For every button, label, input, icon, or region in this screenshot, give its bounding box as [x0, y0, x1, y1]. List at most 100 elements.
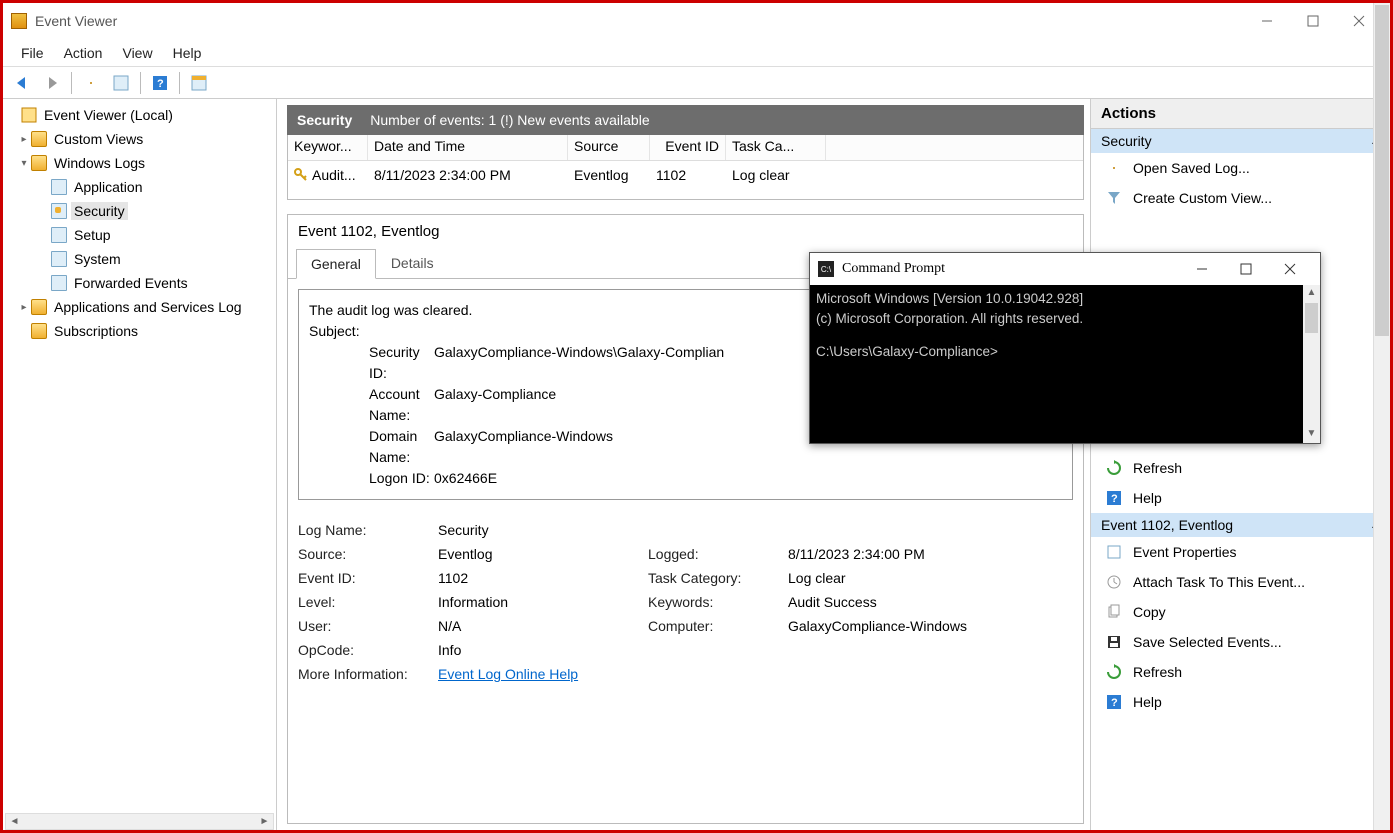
help-icon[interactable]: ?: [147, 70, 173, 96]
cell-source: Eventlog: [568, 164, 650, 186]
maximize-button[interactable]: [1290, 6, 1336, 36]
action-save-selected[interactable]: Save Selected Events...: [1091, 627, 1390, 657]
scroll-left-icon[interactable]: ◄: [6, 814, 23, 829]
msg-logon-label: Logon ID:: [309, 468, 434, 489]
cmd-scrollbar[interactable]: ▲ ▼: [1303, 285, 1320, 443]
properties-icon[interactable]: [108, 70, 134, 96]
prop-user-label: User:: [298, 618, 438, 634]
toolbar-separator: [179, 72, 180, 94]
expand-icon[interactable]: ▸: [17, 302, 31, 313]
horizontal-scrollbar[interactable]: ◄ ►: [5, 813, 274, 830]
copy-icon: [1105, 603, 1123, 621]
actions-title: Actions: [1091, 99, 1390, 129]
msg-domain: GalaxyCompliance-Windows: [434, 426, 613, 468]
action-refresh-2[interactable]: Refresh: [1091, 657, 1390, 687]
folder-icon: [31, 323, 47, 339]
menu-view[interactable]: View: [112, 41, 162, 65]
cmd-titlebar[interactable]: C:\ Command Prompt: [810, 253, 1320, 285]
scroll-thumb[interactable]: [1375, 5, 1389, 336]
svg-text:?: ?: [157, 78, 164, 90]
cell-date: 8/11/2023 2:34:00 PM: [368, 164, 568, 186]
key-icon: [294, 168, 308, 182]
col-source[interactable]: Source: [568, 135, 650, 160]
event-grid[interactable]: Keywor... Date and Time Source Event ID …: [287, 135, 1084, 200]
col-date[interactable]: Date and Time: [368, 135, 568, 160]
actions-section-event[interactable]: Event 1102, Eventlog▲: [1091, 513, 1390, 537]
cmd-maximize-button[interactable]: [1224, 255, 1268, 283]
menu-action[interactable]: Action: [54, 41, 113, 65]
scroll-right-icon[interactable]: ►: [256, 814, 273, 829]
table-row[interactable]: Audit... 8/11/2023 2:34:00 PM Eventlog 1…: [288, 161, 1083, 189]
window-title: Event Viewer: [35, 13, 1244, 29]
tree-apps-services[interactable]: Applications and Services Log: [51, 298, 245, 316]
open-folder-icon[interactable]: [78, 70, 104, 96]
tree-application[interactable]: Application: [71, 178, 146, 196]
col-keywords[interactable]: Keywor...: [288, 135, 368, 160]
menu-file[interactable]: File: [11, 41, 54, 65]
action-help[interactable]: ?Help▶: [1091, 483, 1390, 513]
prop-level-label: Level:: [298, 594, 438, 610]
scroll-up-icon[interactable]: ▲: [1303, 285, 1320, 302]
filter-icon: [1105, 189, 1123, 207]
msg-domain-label: Domain Name:: [309, 426, 434, 468]
cmd-body[interactable]: Microsoft Windows [Version 10.0.19042.92…: [810, 285, 1320, 443]
tree-forwarded[interactable]: Forwarded Events: [71, 274, 191, 292]
log-icon: [51, 203, 67, 219]
tree-system[interactable]: System: [71, 250, 124, 268]
scroll-thumb[interactable]: [1305, 303, 1318, 333]
grid-header[interactable]: Keywor... Date and Time Source Event ID …: [288, 135, 1083, 161]
cmd-minimize-button[interactable]: [1180, 255, 1224, 283]
cmd-title: Command Prompt: [842, 261, 1180, 277]
tree-windows-logs[interactable]: Windows Logs: [51, 154, 148, 172]
back-button[interactable]: [9, 70, 35, 96]
actions-section-security[interactable]: Security▲: [1091, 129, 1390, 153]
msg-account: Galaxy-Compliance: [434, 384, 556, 426]
command-prompt-window[interactable]: C:\ Command Prompt Microsoft Windows [Ve…: [809, 252, 1321, 444]
cmd-close-button[interactable]: [1268, 255, 1312, 283]
action-event-properties[interactable]: Event Properties: [1091, 537, 1390, 567]
action-attach-task-event[interactable]: Attach Task To This Event...: [1091, 567, 1390, 597]
app-icon: [11, 13, 27, 29]
tab-details[interactable]: Details: [376, 248, 449, 278]
navigation-tree[interactable]: Event Viewer (Local) ▸ Custom Views ▾ Wind…: [3, 99, 277, 830]
help-icon: ?: [1105, 693, 1123, 711]
tree-custom-views[interactable]: Custom Views: [51, 130, 146, 148]
prop-computer: GalaxyCompliance-Windows: [788, 618, 1008, 634]
col-event-id[interactable]: Event ID: [650, 135, 726, 160]
log-icon: [51, 227, 67, 243]
toolbar: ?: [3, 67, 1390, 99]
tree-security[interactable]: Security: [71, 202, 128, 220]
prop-keywords-label: Keywords:: [648, 594, 788, 610]
prop-user: N/A: [438, 618, 648, 634]
prop-computer-label: Computer:: [648, 618, 788, 634]
prop-logged-label: Logged:: [648, 546, 788, 562]
action-refresh[interactable]: Refresh: [1091, 453, 1390, 483]
action-open-saved[interactable]: Open Saved Log...: [1091, 153, 1390, 183]
prop-logname: Security: [438, 522, 648, 538]
tree-root[interactable]: Event Viewer (Local): [41, 106, 176, 124]
scroll-down-icon[interactable]: ▼: [1303, 426, 1320, 443]
cell-event-id: 1102: [650, 164, 726, 186]
collapse-icon[interactable]: ▾: [17, 158, 31, 169]
prop-opcode: Info: [438, 642, 648, 658]
prop-logged: 8/11/2023 2:34:00 PM: [788, 546, 1008, 562]
action-help-2[interactable]: ?Help▶: [1091, 687, 1390, 717]
preview-pane-icon[interactable]: [186, 70, 212, 96]
menu-help[interactable]: Help: [163, 41, 212, 65]
tab-general[interactable]: General: [296, 249, 376, 279]
col-task[interactable]: Task Ca...: [726, 135, 826, 160]
detail-title: Event 1102, Eventlog: [288, 215, 1083, 248]
properties-icon: [1105, 543, 1123, 561]
cell-keywords: Audit...: [312, 167, 356, 183]
expand-icon[interactable]: ▸: [17, 134, 31, 145]
minimize-button[interactable]: [1244, 6, 1290, 36]
vertical-scrollbar[interactable]: [1373, 3, 1390, 830]
action-copy[interactable]: Copy▶: [1091, 597, 1390, 627]
tree-subscriptions[interactable]: Subscriptions: [51, 322, 141, 340]
forward-button[interactable]: [39, 70, 65, 96]
tree-setup[interactable]: Setup: [71, 226, 114, 244]
event-log-help-link[interactable]: Event Log Online Help: [438, 666, 648, 682]
cmd-icon: C:\: [818, 261, 834, 277]
titlebar: Event Viewer: [3, 3, 1390, 39]
action-create-custom[interactable]: Create Custom View...: [1091, 183, 1390, 213]
